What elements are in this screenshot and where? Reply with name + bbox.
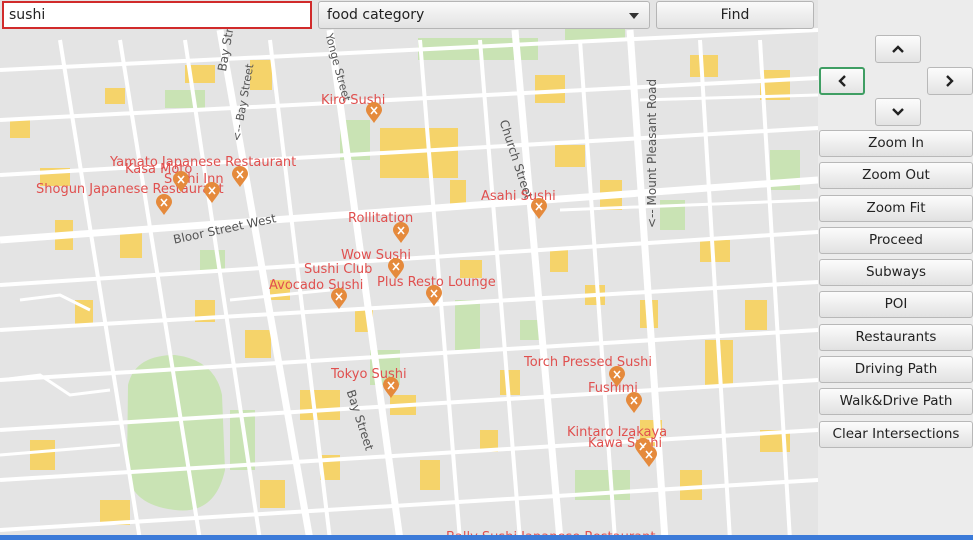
search-input[interactable] [2,1,312,29]
restaurant-label: Shogun Japanese Restaurant [36,182,224,197]
map-graphics [0,10,818,540]
restaurant-pin-icon[interactable] [231,166,249,188]
subways-button[interactable]: Subways [819,259,973,286]
pan-left-button[interactable] [819,67,865,95]
restaurant-pin-icon[interactable] [608,366,626,388]
map-canvas[interactable]: Bay Street Yonge Street Bloor Street Wes… [0,0,818,540]
poi-button[interactable]: POI [819,291,973,318]
restaurant-pin-icon[interactable] [392,222,410,244]
chevron-up-icon [892,45,904,53]
control-panel: Zoom In Zoom Out Zoom Fit Proceed Subway… [818,0,973,540]
window-bottom-border [0,535,973,540]
restaurant-pin-icon[interactable] [382,377,400,399]
pan-down-button[interactable] [875,98,921,126]
chevron-down-icon [892,108,904,116]
restaurant-pin-icon[interactable] [530,198,548,220]
search-toolbar: food category Find [0,0,818,32]
zoom-in-button[interactable]: Zoom In [819,130,973,157]
restaurant-pin-icon[interactable] [640,446,658,468]
restaurant-pin-icon[interactable] [387,258,405,280]
driving-path-button[interactable]: Driving Path [819,356,973,383]
pan-up-button[interactable] [875,35,921,63]
restaurant-label: Avocado Sushi [269,278,364,293]
walk-drive-path-button[interactable]: Walk&Drive Path [819,388,973,415]
restaurant-pin-icon[interactable] [625,392,643,414]
pan-right-button[interactable] [927,67,973,95]
restaurant-label: Sushi Club [304,262,373,277]
proceed-button[interactable]: Proceed [819,227,973,254]
street-label: <-- Mount Pleasant Road [645,78,659,228]
restaurant-pin-icon[interactable] [155,194,173,216]
category-dropdown[interactable]: food category [318,1,650,29]
restaurant-pin-icon[interactable] [172,171,190,193]
dropdown-arrow-icon [629,13,639,19]
chevron-left-icon [838,75,846,87]
restaurant-pin-icon[interactable] [330,288,348,310]
find-button[interactable]: Find [656,1,814,29]
category-dropdown-value: food category [327,7,425,23]
restaurant-pin-icon[interactable] [365,102,383,124]
restaurant-label: Torch Pressed Sushi [524,355,652,370]
chevron-right-icon [946,75,954,87]
zoom-fit-button[interactable]: Zoom Fit [819,195,973,222]
restaurants-button[interactable]: Restaurants [819,324,973,351]
zoom-out-button[interactable]: Zoom Out [819,162,973,189]
clear-intersections-button[interactable]: Clear Intersections [819,421,973,448]
restaurant-pin-icon[interactable] [203,182,221,204]
restaurant-pin-icon[interactable] [425,285,443,307]
